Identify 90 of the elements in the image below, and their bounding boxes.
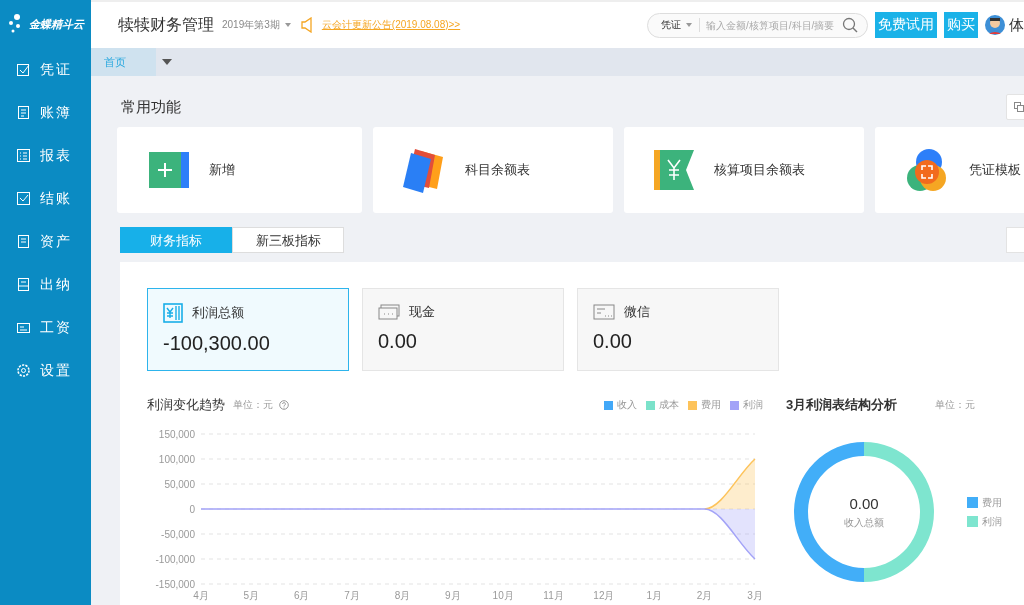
scope-dropdown[interactable]: 凭证 [661,18,700,32]
plus-icon [149,152,189,188]
menu-item-icon [16,363,31,378]
legend-label: 成本 [659,398,679,412]
legend-label: 收入 [617,398,637,412]
caret-icon[interactable] [162,59,172,65]
sidebar-item[interactable]: 结账 [0,177,91,220]
axis-label: 4月 [193,590,209,601]
axis-label: 11月 [543,590,564,601]
metric-label: 现金 [409,303,435,321]
chart-title: 3月利润表结构分析 [786,396,898,414]
indicator-tab[interactable]: 财务指标 [120,227,232,253]
legend-label: 费用 [982,495,1002,510]
axis-label: 5月 [243,590,260,601]
axis-label: 3月 [747,590,763,601]
header-button[interactable]: 免费试用 [875,12,937,38]
notice-link[interactable]: 云会计更新公告(2019.08.08)>> [321,18,461,32]
section-title: 常用功能 [120,97,181,117]
menu-item-icon [16,191,31,206]
search-icon[interactable] [842,17,858,33]
shortcut-card[interactable]: 核算项目余额表 [624,127,864,213]
yuan-icon [654,150,694,190]
menu-item-icon [16,62,31,77]
caret-icon [686,23,692,27]
total-label: 收入总额 [844,515,884,530]
axis-label: 0 [189,504,195,515]
unit-label: 单位：元 [935,398,976,412]
shortcut-card[interactable]: 新增 [117,127,362,213]
legend-swatch [604,400,613,410]
axis-label: 100,000 [158,454,195,465]
axis-label: 2月 [696,590,713,601]
cash-icon [378,304,400,320]
caret-icon [284,23,291,27]
circles-icon [905,148,949,192]
metric-label: 利润总额 [192,304,244,322]
user-name[interactable]: 体 [1009,15,1024,35]
card-icon [593,304,615,320]
axis-label: 50,000 [164,479,195,490]
speaker-icon [300,17,313,33]
app-title: 犊犊财务管理 [118,14,214,35]
metric-value: 0.00 [378,330,418,353]
axis-label: 12月 [593,590,615,601]
legend-label: 利润 [743,398,763,412]
metric-label: 微信 [624,303,650,321]
menu-item-icon [16,234,31,249]
legend-label: 费用 [701,398,721,412]
page-tab[interactable]: 首页 [91,48,156,76]
total-value: 0.00 [849,494,879,512]
sidebar-item[interactable]: 设置 [0,349,91,392]
axis-label: 6月 [293,590,310,601]
shortcut-card[interactable]: 科目余额表 [373,127,613,213]
legend-swatch [688,400,697,410]
legend-swatch [646,400,655,410]
avatar-icon[interactable] [985,15,1005,35]
legend-label: 利润 [982,514,1002,529]
yuan-icon [163,303,183,323]
axis-label: 150,000 [158,429,195,440]
shortcut-card[interactable]: 凭证模板 [875,127,1024,213]
menu-item-icon [16,320,31,335]
sidebar-item[interactable]: 报表 [0,134,91,177]
menu-item-icon [16,148,31,163]
search-field[interactable]: 凭证 输入金额/核算项目/科目/摘要 [647,12,868,38]
axis-label: -50,000 [161,529,195,540]
axis-label: 10月 [492,590,514,601]
sidebar-item[interactable]: 凭证 [0,48,91,91]
axis-label: 7月 [344,590,360,601]
metric-value: -100,300.00 [163,332,271,355]
metric-card[interactable]: 利润总额 -100,300.00 [147,288,349,371]
logo-text: 金蝶精斗云 [29,16,84,32]
header-button[interactable]: 购买 [944,12,978,38]
period-dropdown[interactable]: 2019年第3期 [222,18,291,32]
legend-swatch [730,400,739,410]
axis-label: 8月 [394,590,411,601]
axis-label: -100,000 [155,554,195,565]
axis-label: -150,000 [155,579,195,590]
axis-label: 1月 [646,590,663,601]
metric-value: 0.00 [593,330,633,353]
sidebar-item[interactable]: 资产 [0,220,91,263]
metric-card[interactable]: 现金 0.00 [362,288,564,371]
sidebar-item[interactable]: 工资 [0,306,91,349]
unit-label: 单位：元 [233,398,273,412]
chart-title: 利润变化趋势 [147,396,225,414]
sidebar-item[interactable]: 账簿 [0,91,91,134]
metric-card[interactable]: 微信 0.00 [577,288,779,371]
help-icon[interactable] [279,400,289,410]
menu-item-icon [16,277,31,292]
sidebar-item[interactable]: 出纳 [0,263,91,306]
menu-item-icon [16,105,31,120]
indicator-tab[interactable]: 新三板指标 [232,227,344,253]
axis-label: 9月 [445,590,461,601]
